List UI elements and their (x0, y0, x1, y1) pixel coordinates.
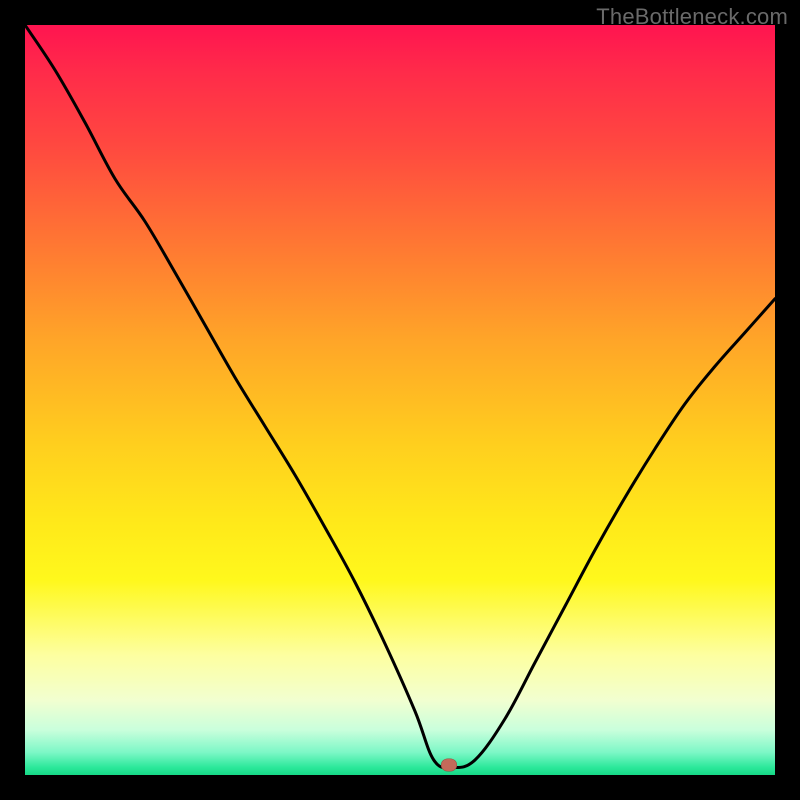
chart-container: TheBottleneck.com (0, 0, 800, 800)
plot-frame (25, 25, 775, 775)
plot-area (25, 25, 775, 775)
optimal-point-marker (441, 759, 457, 772)
watermark-text: TheBottleneck.com (596, 4, 788, 30)
curve-svg (25, 25, 775, 775)
bottleneck-curve-path (25, 25, 775, 768)
